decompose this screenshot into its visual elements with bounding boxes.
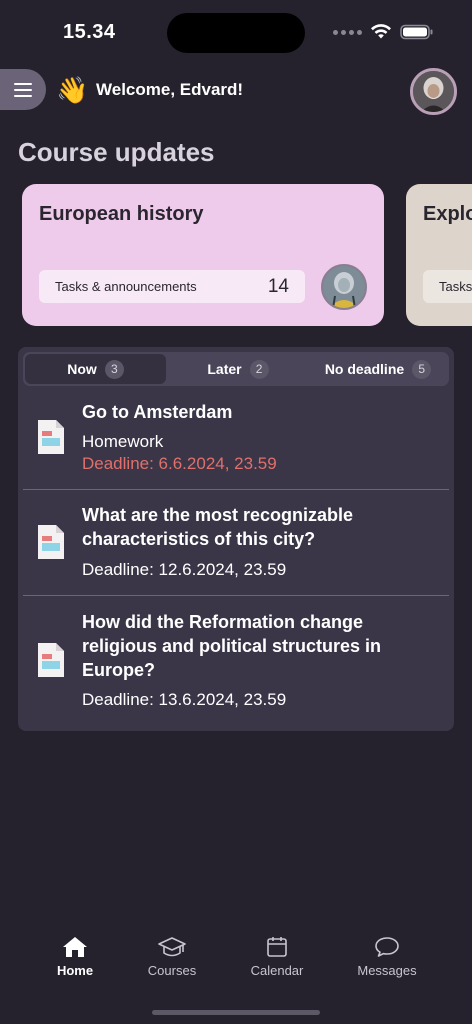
battery-icon bbox=[400, 24, 433, 40]
nav-home[interactable]: Home bbox=[50, 935, 100, 978]
tab-later[interactable]: Later 2 bbox=[173, 352, 303, 386]
graduation-cap-icon bbox=[158, 937, 186, 957]
home-icon bbox=[63, 937, 87, 957]
pill-count: 14 bbox=[267, 275, 289, 297]
course-title: European history bbox=[39, 203, 204, 225]
tab-count-badge: 3 bbox=[104, 359, 124, 379]
course-title: Explo bbox=[423, 203, 472, 225]
task-title: How did the Reformation change religious… bbox=[82, 612, 382, 680]
tasks-panel: Now 3 Later 2 No deadline 5 Go to Amster… bbox=[18, 347, 454, 731]
document-icon bbox=[38, 525, 64, 559]
task-title: What are the most recognizable character… bbox=[82, 505, 354, 549]
waving-hand-icon: 👋 bbox=[56, 75, 89, 105]
pill-label: Tasks & announcements bbox=[55, 279, 197, 294]
dynamic-island bbox=[167, 13, 305, 53]
task-deadline: Deadline: 13.6.2024, 23.59 bbox=[82, 690, 287, 709]
course-image-icon bbox=[321, 264, 367, 310]
pill-label: Tasks bbox=[439, 279, 472, 294]
tab-count-badge: 5 bbox=[412, 359, 432, 379]
task-deadline: Deadline: 6.6.2024, 23.59 bbox=[82, 454, 277, 473]
nav-label: Home bbox=[56, 963, 94, 978]
tab-no-deadline[interactable]: No deadline 5 bbox=[307, 352, 449, 386]
user-avatar[interactable] bbox=[410, 68, 457, 115]
cellular-signal-icon bbox=[333, 29, 362, 35]
task-item[interactable]: What are the most recognizable character… bbox=[18, 490, 454, 595]
course-card-second[interactable]: Explo Tasks bbox=[406, 184, 472, 326]
nav-label: Calendar bbox=[250, 963, 304, 978]
menu-button[interactable] bbox=[0, 69, 46, 110]
welcome-text: Welcome, Edvard! bbox=[96, 80, 244, 99]
bottom-navigation: Home Courses Calendar Messages bbox=[0, 935, 472, 995]
status-icons bbox=[333, 24, 434, 40]
nav-label: Courses bbox=[147, 963, 197, 978]
task-item[interactable]: How did the Reformation change religious… bbox=[18, 596, 454, 726]
home-indicator[interactable] bbox=[152, 1010, 320, 1015]
tab-label: No deadline bbox=[324, 361, 405, 377]
status-time: 15.34 bbox=[63, 21, 116, 43]
wifi-icon bbox=[371, 24, 391, 39]
task-deadline: Deadline: 12.6.2024, 23.59 bbox=[82, 560, 287, 579]
tasks-pill[interactable]: Tasks bbox=[423, 270, 472, 303]
tasks-announcements-pill[interactable]: Tasks & announcements 14 bbox=[39, 270, 305, 303]
calendar-icon bbox=[267, 937, 287, 957]
task-item[interactable]: Go to Amsterdam Homework Deadline: 6.6.2… bbox=[18, 392, 454, 489]
section-title: Course updates bbox=[18, 137, 215, 167]
task-type: Homework bbox=[82, 432, 164, 451]
nav-calendar[interactable]: Calendar bbox=[247, 935, 307, 978]
tab-label: Later bbox=[207, 361, 242, 377]
deadline-tabs: Now 3 Later 2 No deadline 5 bbox=[23, 352, 449, 386]
app-screen: 15.34 👋 Welcome, Edvard! Course updates … bbox=[0, 0, 472, 1024]
document-icon bbox=[38, 643, 64, 677]
hamburger-icon bbox=[14, 82, 32, 97]
nav-label: Messages bbox=[357, 963, 417, 978]
task-title: Go to Amsterdam bbox=[82, 402, 233, 422]
avatar-portrait-icon bbox=[413, 71, 454, 112]
tab-count-badge: 2 bbox=[249, 359, 269, 379]
document-icon bbox=[38, 420, 64, 454]
nav-courses[interactable]: Courses bbox=[142, 935, 202, 978]
nav-messages[interactable]: Messages bbox=[352, 935, 422, 978]
course-card-european-history[interactable]: European history Tasks & announcements 1… bbox=[22, 184, 384, 326]
tab-now[interactable]: Now 3 bbox=[25, 354, 166, 384]
chat-bubble-icon bbox=[375, 937, 399, 957]
tab-label: Now bbox=[67, 361, 97, 377]
